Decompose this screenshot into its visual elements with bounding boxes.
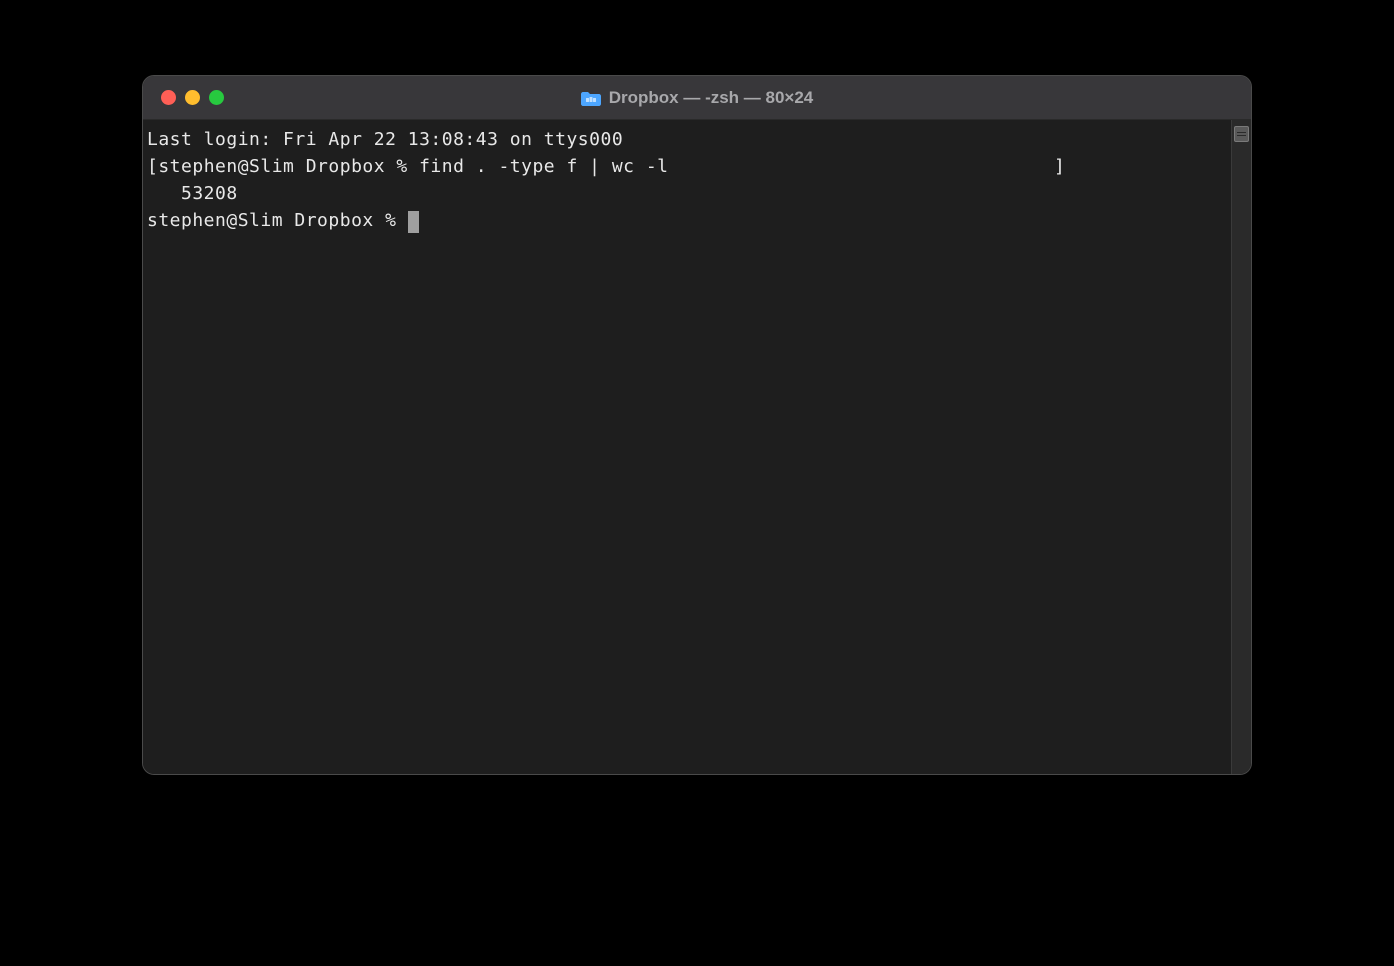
scrollbar[interactable] — [1231, 120, 1251, 774]
folder-icon — [581, 90, 601, 106]
line-suffix: ] — [669, 156, 1066, 177]
terminal-line: 53208 — [147, 180, 1227, 207]
maximize-button[interactable] — [209, 90, 224, 105]
scrollbar-marks-icon[interactable] — [1234, 126, 1249, 142]
shell-prompt: stephen@Slim Dropbox % — [158, 156, 419, 177]
shell-prompt: stephen@Slim Dropbox % — [147, 210, 408, 231]
cursor-icon — [408, 211, 419, 233]
terminal-line: [stephen@Slim Dropbox % find . -type f |… — [147, 153, 1227, 180]
terminal-line: Last login: Fri Apr 22 13:08:43 on ttys0… — [147, 126, 1227, 153]
traffic-lights — [161, 90, 224, 105]
output-text: 53208 — [147, 183, 238, 204]
line-text: Last login: Fri Apr 22 13:08:43 on ttys0… — [147, 129, 623, 150]
window-titlebar[interactable]: Dropbox — -zsh — 80×24 — [143, 76, 1251, 120]
terminal-body: Last login: Fri Apr 22 13:08:43 on ttys0… — [143, 120, 1251, 774]
window-title: Dropbox — -zsh — 80×24 — [143, 88, 1251, 108]
close-button[interactable] — [161, 90, 176, 105]
terminal-line: stephen@Slim Dropbox % — [147, 207, 1227, 234]
line-prefix: [ — [147, 156, 158, 177]
minimize-button[interactable] — [185, 90, 200, 105]
window-title-text: Dropbox — -zsh — 80×24 — [609, 88, 814, 108]
command-text: find . -type f | wc -l — [419, 156, 668, 177]
terminal-window: Dropbox — -zsh — 80×24 Last login: Fri A… — [142, 75, 1252, 775]
terminal-content[interactable]: Last login: Fri Apr 22 13:08:43 on ttys0… — [143, 120, 1231, 774]
